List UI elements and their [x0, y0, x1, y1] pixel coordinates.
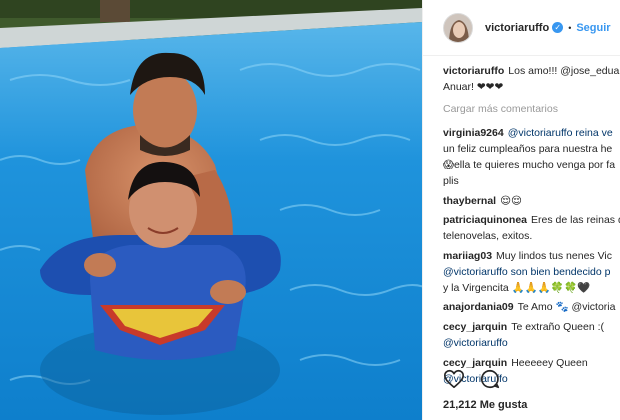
pool-scene-image [0, 0, 422, 420]
avatar[interactable] [443, 12, 473, 43]
comment-text-line: 😌😌 [500, 194, 523, 207]
speech-bubble-icon[interactable] [479, 368, 501, 390]
comment-text-line: un feliz cumpleaños para nuestra he [443, 143, 613, 156]
post-header: victoriaruffo ✓ • Seguir [423, 0, 620, 56]
comment-text-line: Heeeeey Queen [511, 356, 588, 369]
heart-outline-icon[interactable] [443, 368, 465, 390]
verified-badge-icon: ✓ [552, 22, 564, 33]
comment-text-line: @victoriaruffo son bien bendecido p [443, 265, 611, 278]
comment-username[interactable]: thaybernal [443, 195, 496, 207]
comment-text-line: Eres de las reinas d [531, 214, 620, 227]
caption-text-line-1: Los amo!!! @jose_eduardo [508, 65, 620, 77]
comment-username[interactable]: virginia9264 [443, 127, 504, 139]
post-actions [443, 368, 501, 390]
header-separator: • [568, 22, 572, 33]
comment-username[interactable]: mariiag03 [443, 250, 492, 262]
caption-username[interactable]: victoriaruffo [443, 65, 504, 77]
comment-text-line: @victoriaruffo [443, 336, 508, 349]
comment-username[interactable]: cecy_jarquin [443, 357, 507, 369]
post-side-panel: victoriaruffo ✓ • Seguir victoriaruffo Lo… [422, 0, 620, 420]
comment-text-line: y la Virgencita 🙏🙏🙏🍀🍀🖤 [443, 281, 591, 294]
comment-text-line: 😱ella te quieres mucho venga por fa [443, 158, 616, 171]
comment-text-line: telenovelas, exitos. [443, 230, 533, 243]
comment-text-line: Muy lindos tus nenes Vic [496, 249, 612, 262]
comment-text-line: Te Amo 🐾 @victoria [517, 301, 616, 314]
header-username[interactable]: victoriaruffo [485, 22, 549, 34]
comment-text-line: @victoriaruffo reina ve [507, 127, 613, 140]
follow-button[interactable]: Seguir [576, 22, 610, 34]
comment-username[interactable]: patriciaquinonea [443, 214, 527, 226]
like-count[interactable]: 21,212 Me gusta [443, 399, 527, 411]
comment-item: patriciaquinonea Eres de las reinas d tel… [443, 213, 620, 245]
caption: victoriaruffo Los amo!!! @jose_eduardo An… [443, 64, 620, 96]
comment-item: mariiag03 Muy lindos tus nenes Vic @victo… [443, 249, 620, 296]
load-more-comments-link[interactable]: Cargar más comentarios [443, 102, 620, 118]
comment-item: cecy_jarquin Te extraño Queen :( @victori… [443, 320, 620, 352]
comment-item: virginia9264 @victoriaruffo reina ve un f… [443, 126, 620, 189]
comment-username[interactable]: anajordania09 [443, 301, 514, 313]
post-photo[interactable] [0, 0, 422, 420]
comment-text-line: Te extraño Queen :( [511, 321, 605, 334]
caption-text-line-2: Anuar! ❤❤❤ [443, 80, 504, 93]
comment-item: anajordania09 Te Amo 🐾 @victoria [443, 300, 620, 316]
comment-item: thaybernal 😌😌 [443, 194, 620, 210]
comment-text-line: plis [443, 174, 459, 187]
comment-username[interactable]: cecy_jarquin [443, 321, 507, 333]
comments-list: victoriaruffo Los amo!!! @jose_eduardo An… [443, 64, 620, 391]
